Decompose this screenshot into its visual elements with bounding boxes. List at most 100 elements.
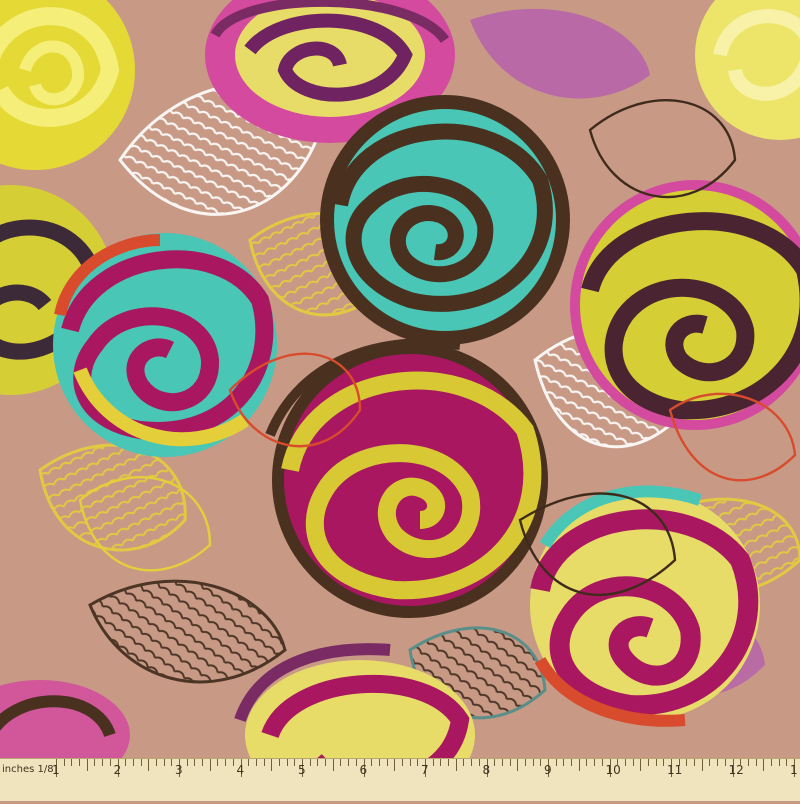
ruler-number: 11 <box>667 763 683 777</box>
ruler-minor-tick <box>325 759 327 766</box>
ruler-minor-tick <box>594 759 596 766</box>
ruler-minor-tick <box>132 759 134 766</box>
ruler-minor-tick <box>747 759 749 766</box>
rose-center-teal <box>320 95 570 345</box>
ruler-minor-tick <box>209 759 211 771</box>
ruler-minor-tick <box>471 759 473 766</box>
ruler-number: 4 <box>236 763 245 777</box>
ruler-number: 2 <box>113 763 122 777</box>
ruler-minor-tick <box>217 759 219 766</box>
rose-bottom-right-magenta-yellow <box>530 485 760 727</box>
ruler-number: 1 <box>52 763 60 777</box>
ruler-minor-tick <box>647 759 649 766</box>
ruler-minor-tick <box>617 759 619 766</box>
rose-left-teal-magenta <box>53 233 277 457</box>
ruler-minor-tick <box>102 759 104 766</box>
ruler-minor-tick <box>770 759 772 766</box>
ruler-number: 9 <box>544 763 552 777</box>
rose-center-magenta <box>265 337 548 618</box>
ruler-minor-tick <box>263 759 265 766</box>
ruler-minor-tick <box>309 759 311 766</box>
ruler-minor-tick <box>786 759 788 766</box>
ruler-minor-tick <box>401 759 403 766</box>
ruler-minor-tick <box>255 759 257 766</box>
ruler-number: 5 <box>298 763 306 777</box>
ruler-minor-tick <box>763 759 765 771</box>
ruler-minor-tick <box>501 759 503 766</box>
ruler-minor-tick <box>586 759 588 766</box>
ruler-minor-tick <box>517 759 519 771</box>
ruler-minor-tick <box>432 759 434 766</box>
ruler-minor-tick <box>186 759 188 766</box>
ruler-minor-tick <box>386 759 388 766</box>
ruler-minor-tick <box>701 759 703 771</box>
ruler-minor-tick <box>355 759 357 766</box>
ruler-minor-tick <box>678 759 680 766</box>
ruler-minor-tick <box>94 759 96 766</box>
ruler-minor-tick <box>578 759 580 771</box>
ruler-minor-tick <box>694 759 696 766</box>
ruler-minor-tick <box>632 759 634 766</box>
ruler-number: 6 <box>359 763 368 777</box>
ruler-minor-tick <box>778 759 780 766</box>
ruler-minor-tick <box>394 759 396 771</box>
ruler-minor-tick <box>540 759 542 766</box>
ruler-minor-tick <box>163 759 165 766</box>
ruler-minor-tick <box>571 759 573 766</box>
ruler-minor-tick <box>640 759 642 771</box>
ruler-minor-tick <box>86 759 88 771</box>
ruler-minor-tick <box>555 759 557 766</box>
ruler-minor-tick <box>148 759 150 771</box>
ruler-minor-tick <box>286 759 288 766</box>
ruler-minor-tick <box>140 759 142 766</box>
ruler-minor-tick <box>417 759 419 766</box>
ruler-minor-tick <box>409 759 411 766</box>
ruler-minor-tick <box>202 759 204 766</box>
ruler-minor-tick <box>125 759 127 766</box>
ruler-minor-tick <box>563 759 565 766</box>
ruler-minor-tick <box>63 759 65 766</box>
ruler-minor-tick <box>478 759 480 766</box>
ruler-minor-tick <box>171 759 173 766</box>
ruler-minor-tick <box>278 759 280 766</box>
ruler-minor-tick <box>494 759 496 766</box>
ruler-minor-tick <box>340 759 342 766</box>
ruler-minor-tick <box>378 759 380 766</box>
ruler-minor-tick <box>79 759 81 766</box>
ruler-minor-tick <box>248 759 250 766</box>
ruler-minor-tick <box>194 759 196 766</box>
ruler-minor-tick <box>755 759 757 766</box>
ruler-minor-tick <box>371 759 373 766</box>
ruler-minor-tick <box>724 759 726 766</box>
ruler-minor-tick <box>155 759 157 766</box>
ruler-number: 3 <box>175 763 183 777</box>
ruler-number: 12 <box>728 763 744 777</box>
ruler-minor-tick <box>440 759 442 766</box>
ruler-minor-tick <box>686 759 688 766</box>
ruler-number: 7 <box>421 763 429 777</box>
ruler-number: 8 <box>482 763 491 777</box>
floral-fabric-pattern <box>0 0 800 804</box>
ruler-minor-tick <box>348 759 350 766</box>
ruler-minor-tick <box>740 759 742 766</box>
ruler-minor-tick <box>524 759 526 766</box>
ruler-minor-tick <box>509 759 511 766</box>
ruler-number: 1 <box>790 763 798 777</box>
ruler-minor-tick <box>624 759 626 766</box>
ruler-minor-tick <box>663 759 665 766</box>
ruler-minor-tick <box>463 759 465 766</box>
ruler-minor-tick <box>455 759 457 771</box>
ruler-minor-tick <box>717 759 719 766</box>
ruler-minor-tick <box>71 759 73 766</box>
ruler-minor-tick <box>655 759 657 766</box>
measurement-ruler: inches 1/8 1 2 3 4 5 6 7 8 9 10 11 12 1 <box>0 758 800 801</box>
ruler-minor-tick <box>232 759 234 766</box>
ruler-minor-tick <box>532 759 534 766</box>
ruler-minor-tick <box>271 759 273 771</box>
rose-right-yellow <box>570 180 800 430</box>
ruler-unit-label: inches 1/8 <box>2 764 54 775</box>
ruler-number: 10 <box>605 763 621 777</box>
ruler-minor-tick <box>448 759 450 766</box>
ruler-minor-tick <box>317 759 319 766</box>
ruler-minor-tick <box>601 759 603 766</box>
